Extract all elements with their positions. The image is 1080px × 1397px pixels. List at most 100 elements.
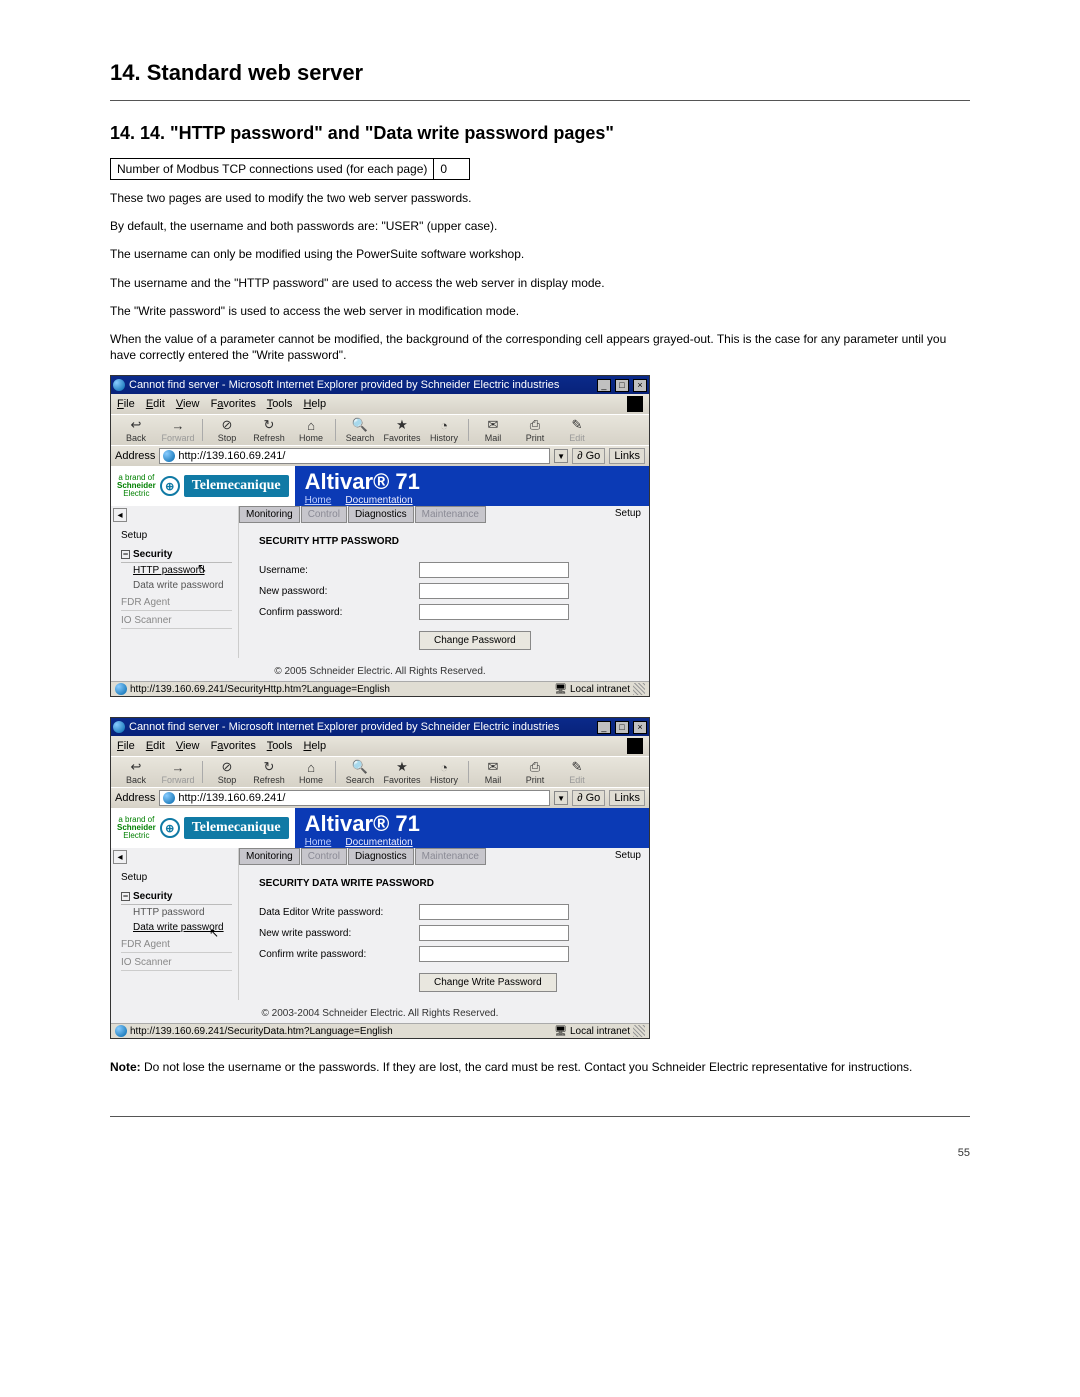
maximize-button[interactable]: □: [615, 721, 629, 734]
ie-title-bar: Cannot find server - Microsoft Internet …: [111, 376, 649, 394]
sidebar-item-fdr-agent[interactable]: FDR Agent: [121, 935, 232, 953]
stop-button[interactable]: ⊘Stop: [206, 759, 248, 785]
input-new-password[interactable]: [419, 583, 569, 599]
forward-button[interactable]: →Forward: [157, 417, 199, 443]
menu-file[interactable]: File: [117, 398, 135, 410]
menu-file[interactable]: File: [117, 740, 135, 752]
edit-button[interactable]: ✎Edit: [556, 759, 598, 785]
go-button[interactable]: ∂ Go: [572, 448, 605, 464]
input-username[interactable]: [419, 562, 569, 578]
screenshot-http-password: Cannot find server - Microsoft Internet …: [110, 375, 650, 697]
nav-documentation[interactable]: Documentation: [345, 837, 412, 848]
tab-monitoring[interactable]: Monitoring: [239, 848, 300, 865]
input-confirm-write-password[interactable]: [419, 946, 569, 962]
section-heading: 14. Standard web server: [110, 60, 970, 86]
tab-maintenance[interactable]: Maintenance: [415, 506, 486, 523]
sidebar-group-security[interactable]: −Security: [121, 889, 232, 905]
back-button[interactable]: ↩Back: [115, 759, 157, 785]
menu-view[interactable]: View: [176, 398, 200, 410]
stop-button[interactable]: ⊘Stop: [206, 417, 248, 443]
maximize-button[interactable]: □: [615, 379, 629, 392]
refresh-button[interactable]: ↻Refresh: [248, 759, 290, 785]
tab-maintenance[interactable]: Maintenance: [415, 848, 486, 865]
nav-home[interactable]: Home: [305, 495, 332, 506]
tab-monitoring[interactable]: Monitoring: [239, 506, 300, 523]
close-button[interactable]: ×: [633, 379, 647, 392]
favorites-button[interactable]: ★Favorites: [381, 417, 423, 443]
nav-documentation[interactable]: Documentation: [345, 495, 412, 506]
home-button[interactable]: ⌂Home: [290, 417, 332, 443]
status-text: http://139.160.69.241/SecurityHttp.htm?L…: [130, 684, 390, 695]
nav-left-icon[interactable]: ◂: [113, 508, 127, 522]
sidebar-item-fdr-agent[interactable]: FDR Agent: [121, 593, 232, 611]
address-input[interactable]: http://139.160.69.241/: [159, 448, 550, 464]
status-zone: Local intranet: [570, 1026, 630, 1037]
back-button[interactable]: ↩Back: [115, 417, 157, 443]
sidebar: Setup −Security HTTP password ↖ Data wri…: [111, 524, 239, 658]
sidebar-item-data-write-password[interactable]: Data write password: [121, 578, 232, 593]
sidebar-item-http-password[interactable]: HTTP password: [121, 563, 232, 578]
status-text: http://139.160.69.241/SecurityData.htm?L…: [130, 1026, 393, 1037]
input-new-write-password[interactable]: [419, 925, 569, 941]
label-data-editor-write-password: Data Editor Write password:: [259, 907, 419, 918]
sidebar-group-security[interactable]: −Security: [121, 547, 232, 563]
menu-edit[interactable]: Edit: [146, 740, 165, 752]
copyright: © 2005 Schneider Electric. All Rights Re…: [111, 658, 649, 681]
menu-edit[interactable]: Edit: [146, 398, 165, 410]
forward-button[interactable]: →Forward: [157, 759, 199, 785]
sidebar-item-http-password[interactable]: HTTP password: [121, 905, 232, 920]
product-name: Altivar® 71: [305, 811, 639, 837]
address-dropdown-icon[interactable]: ▼: [554, 791, 568, 805]
menu-favorites[interactable]: Favorites: [211, 740, 256, 752]
refresh-button[interactable]: ↻Refresh: [248, 417, 290, 443]
search-button[interactable]: 🔍Search: [339, 417, 381, 443]
tele-mark-icon: ⊕: [160, 476, 180, 496]
mail-button[interactable]: ✉Mail: [472, 417, 514, 443]
menu-favorites[interactable]: Favorites: [211, 398, 256, 410]
tab-diagnostics[interactable]: Diagnostics: [348, 506, 414, 523]
input-data-editor-write-password[interactable]: [419, 904, 569, 920]
mail-button[interactable]: ✉Mail: [472, 759, 514, 785]
history-button[interactable]: ◔History: [423, 417, 465, 443]
home-button[interactable]: ⌂Home: [290, 759, 332, 785]
minimize-button[interactable]: _: [597, 721, 611, 734]
nav-left-icon[interactable]: ◂: [113, 850, 127, 864]
address-input[interactable]: http://139.160.69.241/: [159, 790, 550, 806]
sidebar-item-io-scanner[interactable]: IO Scanner: [121, 953, 232, 971]
change-password-button[interactable]: Change Password: [419, 631, 531, 650]
tab-setup-right[interactable]: Setup: [607, 506, 649, 523]
links-button[interactable]: Links: [609, 790, 645, 806]
print-button[interactable]: ⎙Print: [514, 759, 556, 785]
change-write-password-button[interactable]: Change Write Password: [419, 973, 557, 992]
nav-home[interactable]: Home: [305, 837, 332, 848]
tab-diagnostics[interactable]: Diagnostics: [348, 848, 414, 865]
paragraph: The "Write password" is used to access t…: [110, 303, 970, 319]
print-button[interactable]: ⎙Print: [514, 417, 556, 443]
input-confirm-password[interactable]: [419, 604, 569, 620]
tab-control[interactable]: Control: [301, 506, 347, 523]
sidebar-item-io-scanner[interactable]: IO Scanner: [121, 611, 232, 629]
schneider-logo-text: a brand ofSchneiderElectric: [117, 474, 156, 498]
status-zone: Local intranet: [570, 684, 630, 695]
minimize-button[interactable]: _: [597, 379, 611, 392]
history-button[interactable]: ◔History: [423, 759, 465, 785]
favorites-button[interactable]: ★Favorites: [381, 759, 423, 785]
edit-button[interactable]: ✎Edit: [556, 417, 598, 443]
go-button[interactable]: ∂ Go: [572, 790, 605, 806]
menu-tools[interactable]: Tools: [267, 740, 293, 752]
menu-tools[interactable]: Tools: [267, 398, 293, 410]
tab-control[interactable]: Control: [301, 848, 347, 865]
address-dropdown-icon[interactable]: ▼: [554, 449, 568, 463]
menu-help[interactable]: Help: [303, 398, 326, 410]
address-label: Address: [115, 792, 155, 804]
sidebar-item-data-write-password[interactable]: Data write password: [121, 920, 232, 935]
search-button[interactable]: 🔍Search: [339, 759, 381, 785]
close-button[interactable]: ×: [633, 721, 647, 734]
subsection-heading: 14. 14. "HTTP password" and "Data write …: [110, 123, 970, 144]
menu-view[interactable]: View: [176, 740, 200, 752]
label-username: Username:: [259, 565, 419, 576]
menu-help[interactable]: Help: [303, 740, 326, 752]
links-button[interactable]: Links: [609, 448, 645, 464]
tab-setup-right[interactable]: Setup: [607, 848, 649, 865]
tcp-value: 0: [434, 159, 470, 180]
